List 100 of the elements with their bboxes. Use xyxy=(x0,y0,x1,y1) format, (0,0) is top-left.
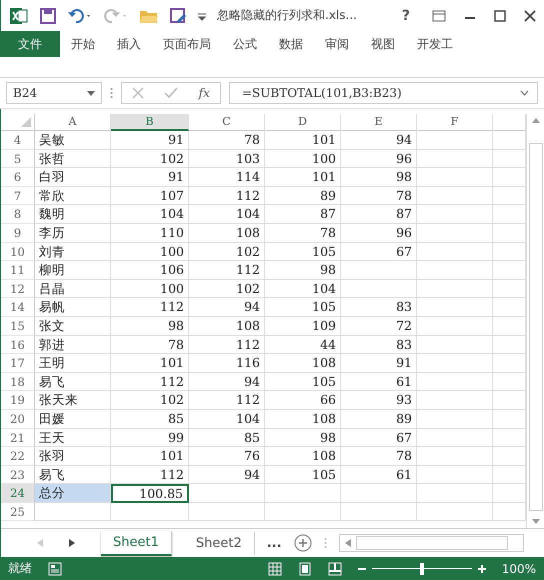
more-sheets-button[interactable]: ... xyxy=(266,536,282,550)
row-header[interactable]: 20 xyxy=(1,410,35,428)
table-cell: 44 xyxy=(265,336,341,354)
table-cell: 108 xyxy=(189,224,265,243)
sheet-tab[interactable]: Sheet1 xyxy=(101,530,172,556)
table-cell: 112 xyxy=(189,336,265,354)
row-header[interactable]: 22 xyxy=(1,447,35,466)
row-header[interactable]: 24 xyxy=(1,484,35,503)
column-header[interactable]: F xyxy=(417,114,493,131)
table-cell: 102 xyxy=(111,150,189,168)
maximize-icon[interactable] xyxy=(494,10,506,22)
table-cell: 李历 xyxy=(35,224,111,243)
scroll-down-icon[interactable] xyxy=(532,519,540,525)
insert-function-button[interactable]: fx xyxy=(198,86,210,100)
ribbon-tab[interactable]: 数据 xyxy=(268,31,314,57)
row-header[interactable]: 9 xyxy=(1,224,35,243)
table-cell: 89 xyxy=(265,186,341,206)
formula-field[interactable]: =SUBTOTAL(101,B3:B23) xyxy=(229,82,538,104)
scroll-left-icon[interactable] xyxy=(344,539,351,547)
ribbon-tab[interactable]: 页面布局 xyxy=(152,31,222,57)
table-cell: 100 xyxy=(111,280,189,298)
table-cell: 91 xyxy=(341,354,417,373)
table-cell: 98 xyxy=(265,428,341,448)
table-cell: 王明 xyxy=(35,354,111,373)
page-break-icon[interactable] xyxy=(328,562,342,576)
sheet-tab[interactable]: Sheet2 xyxy=(184,532,255,554)
column-header[interactable]: B xyxy=(111,114,189,131)
zoom-in-button[interactable] xyxy=(478,564,486,572)
save-icon[interactable] xyxy=(39,6,57,24)
table-cell: 91 xyxy=(111,168,189,187)
ribbon-tab[interactable]: 公式 xyxy=(222,31,268,57)
table-cell: 93 xyxy=(341,391,417,410)
row-header[interactable]: 14 xyxy=(1,298,35,317)
table-cell: 104 xyxy=(265,280,341,298)
slider-thumb[interactable] xyxy=(420,562,424,574)
scroll-up-icon[interactable] xyxy=(532,117,540,123)
table-cell: 田媛 xyxy=(35,410,111,428)
next-sheet-icon[interactable] xyxy=(69,539,75,547)
row-header[interactable]: 10 xyxy=(1,242,35,262)
row-header[interactable]: 16 xyxy=(1,336,35,354)
check-icon[interactable] xyxy=(164,87,178,99)
row-header[interactable]: 18 xyxy=(1,372,35,392)
table-cell: 112 xyxy=(111,298,189,317)
table-cell: 87 xyxy=(341,205,417,224)
horizontal-scrollbar[interactable] xyxy=(338,534,524,552)
table-cell: 柳明 xyxy=(35,261,111,280)
ribbon-tab[interactable]: 文件 xyxy=(0,31,60,57)
ribbon-tab[interactable]: 插入 xyxy=(106,31,152,57)
zoom-level[interactable]: 100% xyxy=(502,562,536,576)
undo-icon[interactable] xyxy=(67,6,93,24)
ribbon-tab[interactable]: 开发工 xyxy=(406,31,464,57)
table-cell: 101 xyxy=(111,447,189,466)
table-cell: 102 xyxy=(189,280,265,298)
row-header[interactable]: 5 xyxy=(1,150,35,168)
table-cell: 89 xyxy=(341,410,417,428)
expand-icon[interactable] xyxy=(520,90,529,96)
row-header[interactable]: 25 xyxy=(1,502,35,522)
column-header[interactable]: C xyxy=(189,114,265,131)
help-button[interactable]: ? xyxy=(402,8,410,24)
vertical-scrollbar[interactable] xyxy=(526,114,544,528)
table-cell: 94 xyxy=(189,372,265,392)
table-cell: 易飞 xyxy=(35,372,111,392)
row-header[interactable]: 11 xyxy=(1,261,35,280)
page-layout-icon[interactable] xyxy=(298,562,312,576)
table-cell: 66 xyxy=(265,391,341,410)
name-box[interactable]: B24 xyxy=(6,82,102,104)
normal-view-icon[interactable] xyxy=(268,562,282,576)
ribbon-tab[interactable]: 视图 xyxy=(360,31,406,57)
table-cell: 78 xyxy=(189,131,265,150)
table-cell: 常欣 xyxy=(35,186,111,206)
save-edit-icon[interactable] xyxy=(169,6,187,24)
table-cell: 102 xyxy=(189,242,265,262)
table-cell: 94 xyxy=(341,131,417,150)
grip-icon xyxy=(110,87,113,99)
macro-record-icon[interactable] xyxy=(48,562,62,576)
row-header[interactable]: 8 xyxy=(1,205,35,224)
ribbon-display-icon[interactable] xyxy=(432,10,446,22)
column-header[interactable]: D xyxy=(265,114,341,131)
ribbon-tab[interactable]: 开始 xyxy=(60,31,106,57)
row-header[interactable]: 6 xyxy=(1,168,35,187)
row-header[interactable]: 7 xyxy=(1,186,35,206)
table-cell: 67 xyxy=(341,428,417,448)
row-header[interactable]: 17 xyxy=(1,354,35,373)
excel-logo-icon[interactable] xyxy=(9,6,29,26)
ribbon-tab[interactable]: 审阅 xyxy=(314,31,360,57)
table-cell: 易帆 xyxy=(35,298,111,317)
table-cell: 96 xyxy=(341,150,417,168)
column-header[interactable]: E xyxy=(341,114,417,131)
add-sheet-icon[interactable] xyxy=(294,534,312,552)
row-header[interactable]: 19 xyxy=(1,391,35,410)
close-icon[interactable] xyxy=(524,10,536,22)
row-header[interactable]: 4 xyxy=(1,131,35,150)
row-header[interactable]: 15 xyxy=(1,316,35,336)
table-cell: 101 xyxy=(265,131,341,150)
table-cell: 76 xyxy=(189,447,265,466)
table-cell: 78 xyxy=(265,224,341,243)
grip-icon xyxy=(324,537,327,549)
table-cell: 张哲 xyxy=(35,150,111,168)
row-header[interactable]: 21 xyxy=(1,428,35,448)
row-header[interactable]: 12 xyxy=(1,280,35,298)
